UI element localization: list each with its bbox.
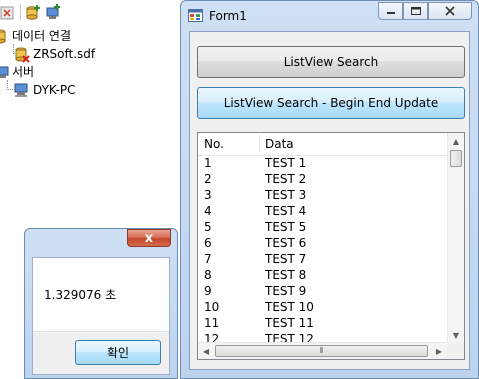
table-row[interactable]: 3 TEST 3 — [198, 187, 447, 203]
cell-data: TEST 5 — [265, 220, 307, 234]
close-button[interactable] — [428, 2, 472, 20]
listview-search-begin-end-button[interactable]: ListView Search - Begin End Update — [197, 87, 465, 119]
cell-no: 9 — [204, 284, 212, 298]
form1-titlebar[interactable]: Form1 — [181, 1, 478, 31]
cell-data: TEST 10 — [265, 300, 314, 314]
tree-node-label: ZRSoft.sdf — [33, 47, 96, 61]
cell-data: TEST 8 — [265, 268, 307, 282]
message-box-client: 1.329076 초 확인 — [32, 257, 170, 375]
table-row[interactable]: 11 TEST 11 — [198, 315, 447, 331]
caption-buttons — [378, 2, 472, 22]
message-box-footer: 확인 — [33, 331, 169, 374]
toolbar-separator — [20, 4, 21, 20]
minimize-icon — [386, 12, 395, 14]
column-header-data[interactable]: Data — [259, 133, 447, 155]
cell-data: TEST 1 — [265, 156, 307, 170]
horizontal-scrollbar[interactable]: ◀ ⦀ ▶ — [198, 342, 447, 359]
ok-button[interactable]: 확인 — [75, 340, 161, 365]
cell-data: TEST 9 — [265, 284, 307, 298]
scroll-down-icon[interactable]: ▼ — [448, 327, 464, 343]
window-title: Form1 — [209, 9, 247, 23]
tree-node-label: DYK-PC — [33, 83, 76, 97]
close-icon — [445, 6, 455, 16]
connect-server-icon[interactable] — [44, 3, 62, 21]
cell-data: TEST 2 — [265, 172, 307, 186]
table-row[interactable]: 1 TEST 1 — [198, 155, 447, 171]
close-button[interactable]: x — [127, 229, 171, 247]
message-text: 1.329076 초 — [44, 288, 117, 302]
data-listview[interactable]: No. Data 1 TEST 1 2 TEST 2 3 TEST 3 4 TEST 4 5 TE… — [197, 132, 465, 360]
table-row[interactable]: 9 TEST 9 — [198, 283, 447, 299]
cell-data: TEST 4 — [265, 204, 307, 218]
tree-node-database[interactable]: ZRSoft.sdf — [0, 45, 190, 63]
form1-window: Form1 ListView Search ListView Search - … — [180, 0, 479, 379]
cell-no: 10 — [204, 300, 220, 314]
scroll-thumb[interactable] — [450, 150, 462, 167]
listview-rows: 1 TEST 1 2 TEST 2 3 TEST 3 4 TEST 4 5 TEST 5 6 TEST… — [198, 155, 447, 343]
table-row[interactable]: 5 TEST 5 — [198, 219, 447, 235]
column-header-no[interactable]: No. — [198, 133, 259, 155]
cell-data: TEST 3 — [265, 188, 307, 202]
scroll-thumb[interactable]: ⦀ — [215, 345, 428, 357]
form-app-icon — [188, 9, 203, 22]
table-row[interactable]: 4 TEST 4 — [198, 203, 447, 219]
tree-node-servers[interactable]: 서버 — [0, 63, 190, 81]
close-icon: x — [144, 230, 154, 246]
form1-client-area: ListView Search ListView Search - Begin … — [189, 31, 470, 370]
scroll-right-icon[interactable]: ▶ — [431, 343, 447, 359]
vertical-scrollbar[interactable]: ▲ ▼ — [447, 133, 464, 343]
data-connections-icon — [0, 29, 6, 44]
listview-search-button[interactable]: ListView Search — [197, 46, 465, 78]
cell-no: 11 — [204, 316, 220, 330]
maximize-button[interactable] — [403, 2, 428, 20]
connect-database-icon[interactable] — [24, 3, 42, 21]
tree-node-label: 데이터 연결 — [12, 29, 72, 43]
tree-node-label: 서버 — [12, 65, 35, 79]
delete-icon[interactable] — [0, 3, 18, 21]
database-error-icon — [15, 47, 30, 63]
servers-icon — [0, 66, 9, 78]
listview-header: No. Data — [198, 133, 447, 156]
cell-no: 1 — [204, 156, 212, 170]
cell-no: 8 — [204, 268, 212, 282]
table-row[interactable]: 10 TEST 10 — [198, 299, 447, 315]
computer-icon — [14, 83, 28, 97]
message-box: x 1.329076 초 확인 — [24, 228, 178, 379]
scroll-left-icon[interactable]: ◀ — [198, 343, 214, 359]
cell-data: TEST 7 — [265, 252, 307, 266]
cell-data: TEST 6 — [265, 236, 307, 250]
cell-no: 5 — [204, 220, 212, 234]
table-row[interactable]: 7 TEST 7 — [198, 251, 447, 267]
scrollbar-corner — [447, 342, 464, 359]
cell-no: 6 — [204, 236, 212, 250]
explorer-toolbar — [0, 0, 190, 24]
table-row[interactable]: 2 TEST 2 — [198, 171, 447, 187]
cell-no: 4 — [204, 204, 212, 218]
table-row[interactable]: 8 TEST 8 — [198, 267, 447, 283]
cell-no: 3 — [204, 188, 212, 202]
cell-no: 7 — [204, 252, 212, 266]
cell-no: 2 — [204, 172, 212, 186]
cell-data: TEST 11 — [265, 316, 314, 330]
minimize-button[interactable] — [378, 2, 403, 20]
tree-node-computer[interactable]: DYK-PC — [0, 81, 190, 99]
table-row[interactable]: 6 TEST 6 — [198, 235, 447, 251]
tree-node-data-connections[interactable]: 데이터 연결 — [0, 27, 190, 45]
maximize-icon — [410, 7, 421, 15]
scroll-up-icon[interactable]: ▲ — [448, 133, 464, 149]
